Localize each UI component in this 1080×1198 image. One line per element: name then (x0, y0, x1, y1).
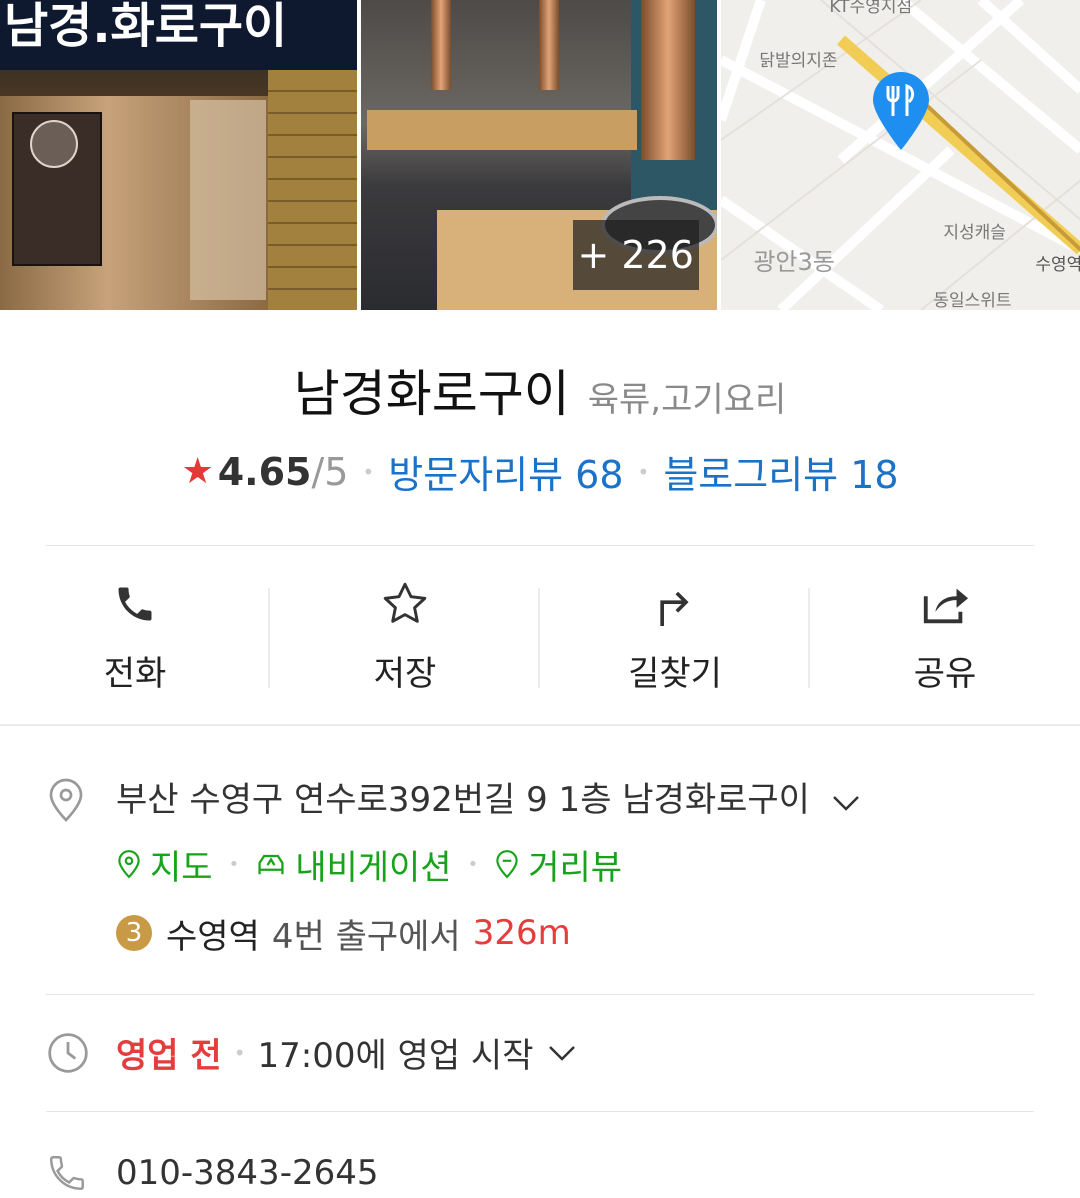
chevron-down-icon (831, 782, 861, 822)
store-sign: 남경.화로구이 (0, 0, 357, 70)
share-icon (920, 576, 970, 632)
navigation-link[interactable]: 내비게이션 (255, 840, 452, 889)
address-links: 지도 • 내비게이션 • 거리뷰 (116, 840, 861, 889)
business-status: 영업 전 (116, 1036, 222, 1076)
save-label: 저장 (373, 653, 437, 694)
interior-photo[interactable]: + 226 (360, 0, 718, 310)
star-outline-icon (380, 576, 430, 632)
subway-info: 3 수영역 4번 출구에서 326m (116, 909, 861, 958)
map-pin-icon (118, 850, 140, 879)
call-label: 전화 (103, 653, 167, 694)
action-bar: 전화 저장 길찾기 공유 (0, 546, 1080, 724)
star-icon: ★ (181, 451, 214, 492)
blog-review-link[interactable]: 블로그리뷰 18 (663, 444, 898, 499)
hours-section: 영업 전 • 17:00에 영업 시작 (0, 995, 1080, 1079)
place-name: 남경화로구이 (293, 365, 570, 423)
share-label: 공유 (913, 653, 977, 694)
phone-icon (113, 576, 157, 632)
share-button[interactable]: 공유 (810, 546, 1080, 724)
directions-icon (653, 576, 697, 632)
premium-beef-logo (30, 120, 78, 168)
business-hours: 17:00에 영업 시작 (257, 1036, 534, 1076)
subway-station: 수영역 (166, 916, 260, 957)
hours-row[interactable]: 영업 전 • 17:00에 영업 시작 (116, 1028, 577, 1077)
map-link[interactable]: 지도 (116, 840, 213, 889)
more-photos-count[interactable]: + 226 (572, 220, 699, 290)
directions-button[interactable]: 길찾기 (540, 546, 810, 724)
storefront-photo[interactable]: 남경.화로구이 (0, 0, 357, 310)
subway-line-badge: 3 (116, 915, 152, 951)
subway-exit: 4번 출구에서 (271, 916, 461, 957)
directions-label: 길찾기 (628, 653, 722, 694)
phone-number[interactable]: 010-3843-2645 (116, 1153, 379, 1193)
phone-section: 010-3843-2645 (0, 1112, 1080, 1198)
chevron-down-icon (547, 1043, 577, 1063)
rating-row: ★ 4.65 /5 • 방문자리뷰 68 • 블로그리뷰 18 (0, 444, 1080, 499)
street-view-link[interactable]: 거리뷰 (494, 840, 622, 889)
rating-score: 4.65 (217, 449, 312, 494)
location-pin-icon (46, 772, 116, 958)
address-text[interactable]: 부산 수영구 연수로392번길 9 1층 남경화로구이 (116, 772, 861, 822)
map-thumbnail[interactable]: KT수영지점 닭발의지존 지성캐슬 광안3동 수영역 동일스위트 (721, 0, 1080, 310)
car-icon (258, 854, 284, 875)
place-header: 남경화로구이 육류,고기요리 ★ 4.65 /5 • 방문자리뷰 68 • 블로… (0, 310, 1080, 499)
rating-max: /5 (311, 449, 349, 494)
visitor-review-link[interactable]: 방문자리뷰 68 (388, 444, 623, 499)
address-section: 부산 수영구 연수로392번길 9 1층 남경화로구이 지도 • 내비게이션 • (0, 726, 1080, 958)
call-button[interactable]: 전화 (0, 546, 270, 724)
street-view-icon (496, 850, 518, 879)
phone-outline-icon (46, 1148, 116, 1198)
save-button[interactable]: 저장 (270, 546, 540, 724)
place-category: 육류,고기요리 (587, 380, 787, 420)
photo-strip: 남경.화로구이 + 226 KT수영지점 닭발의지존 지성캐슬 광안3동 수영역… (0, 0, 1080, 310)
clock-icon (46, 1027, 116, 1079)
subway-distance: 326m (472, 913, 571, 953)
